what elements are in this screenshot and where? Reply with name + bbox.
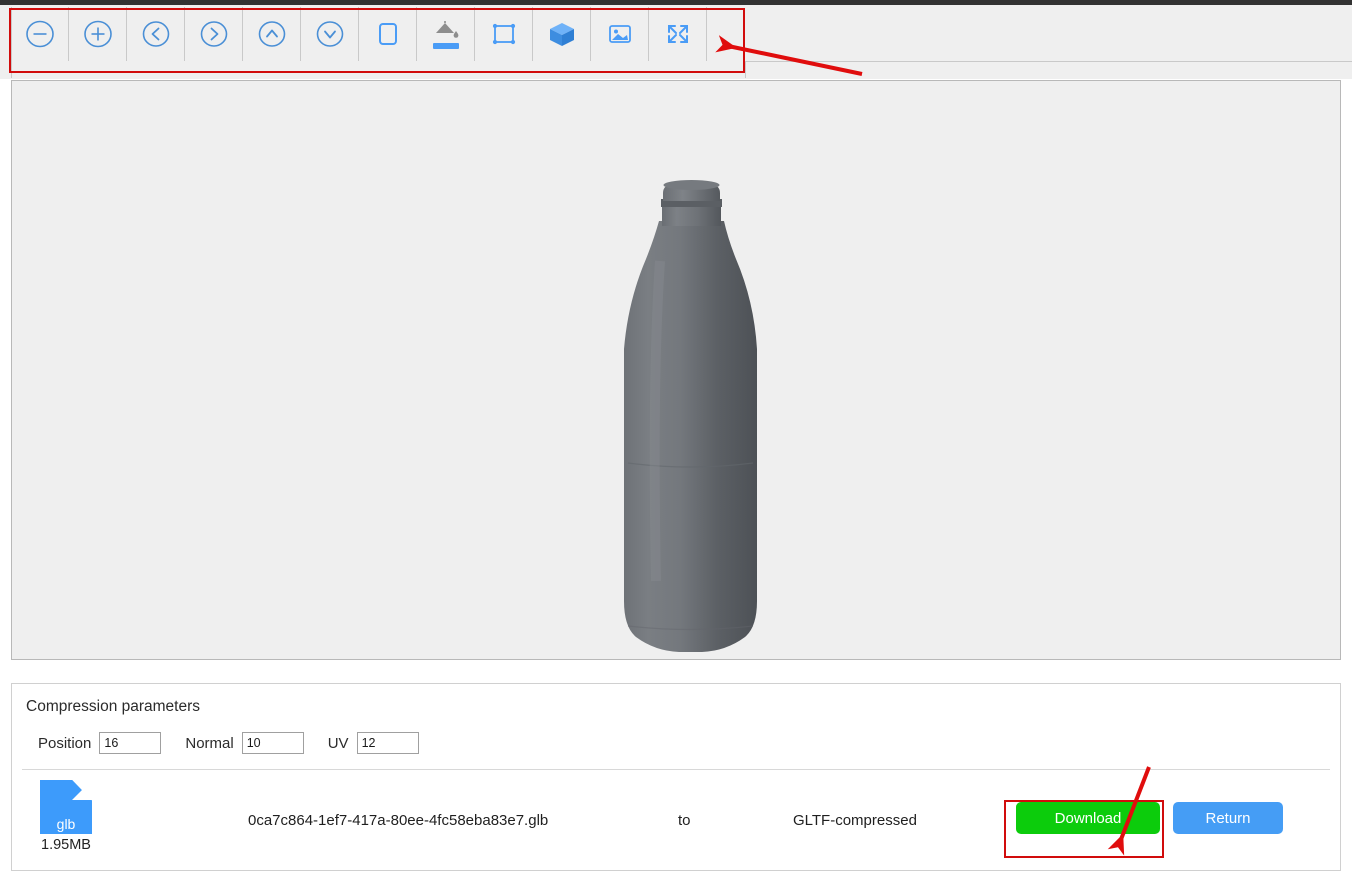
rotate-right-icon bbox=[199, 19, 229, 49]
cube-icon-button[interactable] bbox=[533, 7, 591, 61]
bottle-model bbox=[624, 180, 757, 652]
file-conversion-row: glb 1.95MB 0ca7c864-1ef7-417a-80ee-4fc58… bbox=[12, 770, 1340, 871]
download-button[interactable]: Download bbox=[1016, 802, 1160, 834]
bottle-body-lower bbox=[624, 481, 757, 652]
position-label: Position bbox=[38, 735, 91, 752]
glb-file-icon: glb bbox=[40, 780, 92, 834]
return-button[interactable]: Return bbox=[1173, 802, 1283, 834]
target-format-label: GLTF-compressed bbox=[793, 812, 917, 829]
bounding-box-icon-button[interactable] bbox=[475, 7, 533, 61]
bottle-body-mid bbox=[624, 381, 757, 491]
rotate-up-icon bbox=[257, 19, 287, 49]
viewer-toolbar bbox=[0, 5, 1352, 79]
rotate-down-icon bbox=[315, 19, 345, 49]
cube-icon bbox=[547, 19, 577, 49]
rotate-up-icon-button[interactable] bbox=[243, 7, 301, 61]
normal-label: Normal bbox=[185, 735, 233, 752]
rotate-left-icon bbox=[141, 19, 171, 49]
compression-fields: Position Normal UV bbox=[38, 732, 419, 754]
fullscreen-icon bbox=[663, 19, 693, 49]
toolbar-button-row bbox=[11, 7, 707, 61]
paint-bucket-icon bbox=[432, 20, 460, 49]
file-size-label: 1.95MB bbox=[26, 837, 106, 853]
fullscreen-icon-button[interactable] bbox=[649, 7, 707, 61]
uv-input[interactable] bbox=[357, 732, 419, 754]
zoom-out-icon bbox=[25, 19, 55, 49]
paint-bucket-icon-button[interactable] bbox=[417, 7, 475, 61]
source-file-name: 0ca7c864-1ef7-417a-80ee-4fc58eba83e7.glb bbox=[248, 812, 548, 829]
compression-title: Compression parameters bbox=[26, 698, 200, 716]
file-extension-label: glb bbox=[40, 817, 92, 831]
zoom-in-icon bbox=[83, 19, 113, 49]
bottle-cap-top bbox=[664, 180, 720, 190]
zoom-in-icon-button[interactable] bbox=[69, 7, 127, 61]
conversion-to-label: to bbox=[678, 812, 691, 829]
toolbar-secondary-row bbox=[11, 61, 746, 78]
rotate-right-icon-button[interactable] bbox=[185, 7, 243, 61]
model-canvas[interactable] bbox=[12, 81, 1340, 659]
model-viewer-panel[interactable] bbox=[11, 80, 1341, 660]
background-square-icon-button[interactable] bbox=[359, 7, 417, 61]
bounding-box-icon bbox=[489, 19, 519, 49]
position-input[interactable] bbox=[99, 732, 161, 754]
uv-label: UV bbox=[328, 735, 349, 752]
paint-bucket-glyph bbox=[432, 20, 460, 42]
paint-bucket-color-bar bbox=[433, 43, 459, 49]
converter-page: Compression parameters Position Normal U… bbox=[0, 0, 1352, 881]
zoom-out-icon-button[interactable] bbox=[11, 7, 69, 61]
background-square-icon bbox=[373, 19, 403, 49]
compression-card: Compression parameters Position Normal U… bbox=[11, 683, 1341, 871]
image-icon bbox=[605, 19, 635, 49]
bottle-shoulder bbox=[624, 221, 757, 391]
file-thumbnail: glb 1.95MB bbox=[26, 780, 106, 853]
rotate-left-icon-button[interactable] bbox=[127, 7, 185, 61]
normal-input[interactable] bbox=[242, 732, 304, 754]
image-icon-button[interactable] bbox=[591, 7, 649, 61]
bottle-highlight bbox=[655, 261, 660, 581]
rotate-down-icon-button[interactable] bbox=[301, 7, 359, 61]
